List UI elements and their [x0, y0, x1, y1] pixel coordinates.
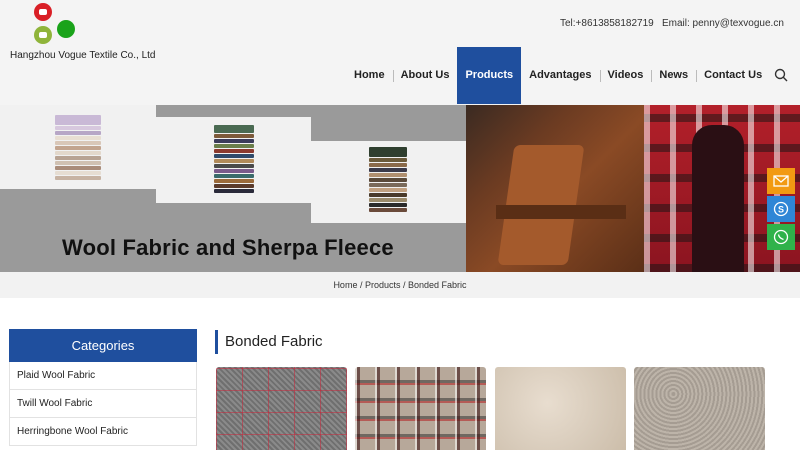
youtube-alt-icon[interactable] — [34, 26, 52, 44]
social-green-icon[interactable] — [57, 20, 75, 38]
whatsapp-icon — [773, 229, 789, 245]
category-sidebar: Categories Plaid Wool Fabric Twill Wool … — [9, 329, 197, 446]
product-thumbnail[interactable] — [495, 367, 626, 450]
product-thumbnail[interactable] — [355, 367, 486, 450]
contact-tel: Tel:+8613858182719 — [560, 18, 654, 29]
breadcrumb-products[interactable]: Products — [365, 280, 401, 290]
contact-email[interactable]: Email: penny@texvogue.cn — [662, 18, 784, 29]
nav-contact-us[interactable]: Contact Us — [696, 47, 770, 104]
brown-coat-photo — [466, 105, 644, 272]
breadcrumb-separator: / — [400, 280, 409, 290]
sidebar-item-herringbone-wool-fabric[interactable]: Herringbone Wool Fabric — [9, 418, 197, 446]
nav-home[interactable]: Home — [346, 47, 393, 104]
sidebar-heading: Categories — [9, 329, 197, 362]
company-name[interactable]: Hangzhou Vogue Textile Co., Ltd — [10, 50, 155, 61]
nav-news[interactable]: News — [651, 47, 696, 104]
nav-products[interactable]: Products — [457, 47, 522, 104]
skype-icon: S — [773, 201, 789, 217]
youtube-icon[interactable] — [34, 3, 52, 21]
skype-contact-button[interactable]: S — [767, 196, 795, 222]
sidebar-item-plaid-wool-fabric[interactable]: Plaid Wool Fabric — [9, 362, 197, 390]
main-nav: Home About Us Products Advantages Videos… — [346, 47, 770, 104]
hero-banner[interactable]: Wool Fabric and Sherpa Fleece — [0, 105, 800, 272]
svg-text:S: S — [778, 205, 784, 215]
site-header: Hangzhou Vogue Textile Co., Ltd Tel:+861… — [0, 0, 800, 105]
fabric-stack-photo — [0, 105, 156, 189]
breadcrumb-separator: / — [357, 280, 365, 290]
breadcrumb-home[interactable]: Home — [333, 280, 357, 290]
nav-about-us[interactable]: About Us — [392, 47, 458, 104]
fabric-stack-photo — [156, 117, 311, 203]
breadcrumb: Home / Products / Bonded Fabric — [0, 272, 800, 298]
email-contact-button[interactable] — [767, 168, 795, 194]
page-title: Bonded Fabric — [215, 330, 323, 354]
whatsapp-contact-button[interactable] — [767, 224, 795, 250]
fabric-stack-photo — [311, 141, 466, 223]
breadcrumb-current: Bonded Fabric — [408, 280, 467, 290]
nav-videos[interactable]: Videos — [599, 47, 652, 104]
sidebar-item-twill-wool-fabric[interactable]: Twill Wool Fabric — [9, 390, 197, 418]
nav-advantages[interactable]: Advantages — [521, 47, 599, 104]
mail-icon — [773, 175, 789, 187]
product-thumbnail[interactable] — [216, 367, 347, 450]
product-thumbnail[interactable] — [634, 367, 765, 450]
banner-title: Wool Fabric and Sherpa Fleece — [62, 235, 394, 260]
search-icon[interactable] — [774, 68, 788, 82]
